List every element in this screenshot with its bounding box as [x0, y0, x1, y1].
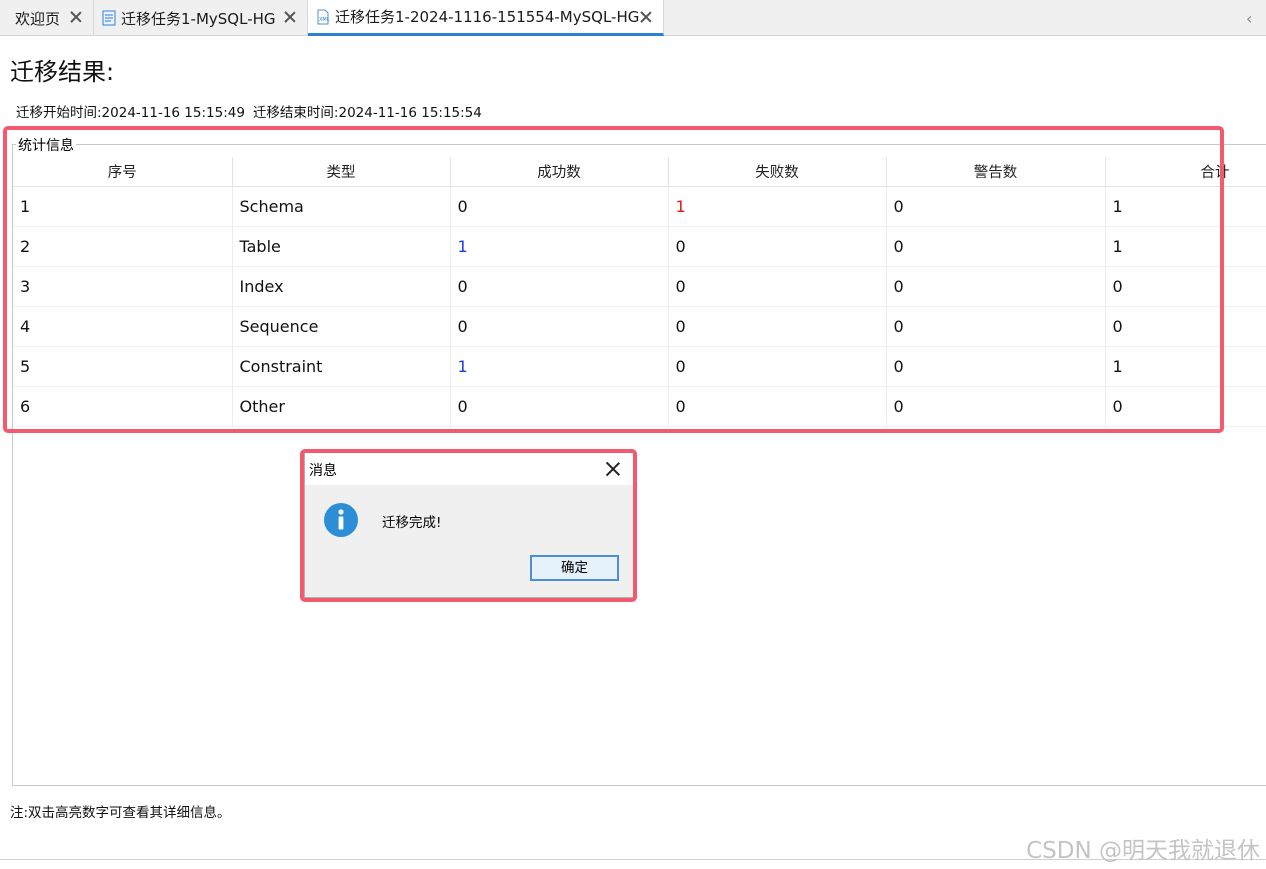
- tab-migration-task[interactable]: 迁移任务1-MySQL-HG: [94, 0, 308, 36]
- tab-bar: 欢迎页 迁移任务1-MySQL-HG XML 迁移任务1-2024-1116-1…: [0, 0, 1266, 36]
- start-time: 迁移开始时间:2024-11-16 15:15:49: [16, 105, 245, 121]
- cell-total: 0: [1105, 306, 1266, 347]
- cell-failed: 0: [668, 386, 887, 427]
- tab-label: 迁移任务1-MySQL-HG: [121, 9, 276, 28]
- table-header-row: 序号 类型 成功数 失败数 警告数 合计: [13, 157, 1266, 187]
- svg-text:XML: XML: [319, 17, 330, 23]
- cell-warning: 0: [886, 306, 1106, 347]
- end-time: 迁移结束时间:2024-11-16 15:15:54: [252, 105, 482, 121]
- stats-group-label: 统计信息: [16, 135, 76, 155]
- cell-total: 1: [1105, 346, 1266, 387]
- tab-label: 迁移任务1-2024-1116-151554-MySQL-HG: [335, 8, 640, 26]
- page-title: 迁移结果:: [10, 58, 115, 86]
- dialog-title: 消息: [309, 463, 337, 479]
- cell-index: 1: [13, 186, 233, 227]
- column-header-success[interactable]: 成功数: [450, 157, 669, 187]
- table-row[interactable]: 1 Schema 0 1 0 1: [13, 186, 1266, 227]
- cell-failed: 0: [668, 226, 887, 267]
- cell-index: 6: [13, 386, 233, 427]
- cell-type: Constraint: [232, 346, 451, 387]
- cell-total: 0: [1105, 386, 1266, 427]
- ok-button[interactable]: 确定: [530, 555, 619, 581]
- cell-warning: 0: [886, 386, 1106, 427]
- message-dialog: 消息 迁移完成! 确定: [304, 452, 634, 598]
- cell-type: Table: [232, 226, 451, 267]
- column-header-warning[interactable]: 警告数: [886, 157, 1106, 187]
- cell-warning: 0: [886, 226, 1106, 267]
- chevron-left-icon[interactable]: ‹: [1246, 9, 1258, 28]
- cell-index: 5: [13, 346, 233, 387]
- info-icon: [324, 503, 358, 537]
- table-row[interactable]: 2 Table 1 0 0 1: [13, 226, 1266, 267]
- cell-total: 1: [1105, 226, 1266, 267]
- footer-note: 注:双击高亮数字可查看其详细信息。: [10, 805, 231, 821]
- cell-warning: 0: [886, 266, 1106, 307]
- close-icon[interactable]: [69, 10, 83, 24]
- close-icon[interactable]: [639, 10, 653, 24]
- migration-time-info: 迁移开始时间:2024-11-16 15:15:49 迁移结束时间:2024-11…: [16, 101, 490, 121]
- column-header-type[interactable]: 类型: [232, 157, 451, 187]
- cell-success-highlighted[interactable]: 1: [450, 346, 669, 387]
- cell-success: 0: [450, 386, 669, 427]
- dialog-message: 迁移完成!: [382, 515, 442, 531]
- stats-table: 序号 类型 成功数 失败数 警告数 合计 1 Schema 0 1 0 1 2 …: [13, 157, 1266, 427]
- cell-failed-highlighted[interactable]: 1: [668, 186, 887, 227]
- table-row[interactable]: 6 Other 0 0 0 0: [13, 386, 1266, 427]
- close-icon[interactable]: [283, 10, 297, 24]
- column-header-index[interactable]: 序号: [13, 157, 233, 187]
- column-header-total[interactable]: 合计: [1105, 157, 1266, 187]
- xml-document-icon: XML: [317, 9, 330, 24]
- cell-index: 2: [13, 226, 233, 267]
- task-document-icon: [102, 10, 116, 26]
- watermark: CSDN @明天我就退休: [1026, 838, 1260, 864]
- cell-type: Index: [232, 266, 451, 307]
- cell-total: 1: [1105, 186, 1266, 227]
- tab-label: 欢迎页: [15, 9, 61, 28]
- cell-success: 0: [450, 306, 669, 347]
- table-row[interactable]: 4 Sequence 0 0 0 0: [13, 306, 1266, 347]
- cell-success: 0: [450, 266, 669, 307]
- cell-failed: 0: [668, 266, 887, 307]
- cell-failed: 0: [668, 306, 887, 347]
- column-header-failed[interactable]: 失败数: [668, 157, 887, 187]
- close-icon[interactable]: [605, 461, 621, 477]
- cell-type: Other: [232, 386, 451, 427]
- cell-warning: 0: [886, 186, 1106, 227]
- table-row[interactable]: 5 Constraint 1 0 0 1: [13, 346, 1266, 387]
- cell-success: 0: [450, 186, 669, 227]
- cell-total: 0: [1105, 266, 1266, 307]
- cell-failed: 0: [668, 346, 887, 387]
- cell-index: 3: [13, 266, 233, 307]
- cell-type: Sequence: [232, 306, 451, 347]
- dialog-titlebar[interactable]: 消息: [305, 453, 633, 485]
- table-row[interactable]: 3 Index 0 0 0 0: [13, 266, 1266, 307]
- cell-index: 4: [13, 306, 233, 347]
- tab-welcome[interactable]: 欢迎页: [0, 0, 94, 36]
- tab-migration-result[interactable]: XML 迁移任务1-2024-1116-151554-MySQL-HG: [308, 0, 664, 36]
- cell-type: Schema: [232, 186, 451, 227]
- cell-success-highlighted[interactable]: 1: [450, 226, 669, 267]
- cell-warning: 0: [886, 346, 1106, 387]
